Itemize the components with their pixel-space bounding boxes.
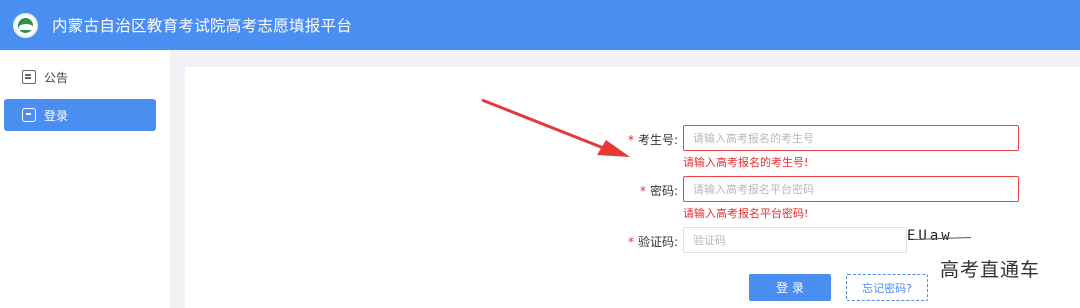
watermark-text: 高考直通车 xyxy=(940,259,1041,281)
annotation-arrow-icon xyxy=(481,98,630,157)
